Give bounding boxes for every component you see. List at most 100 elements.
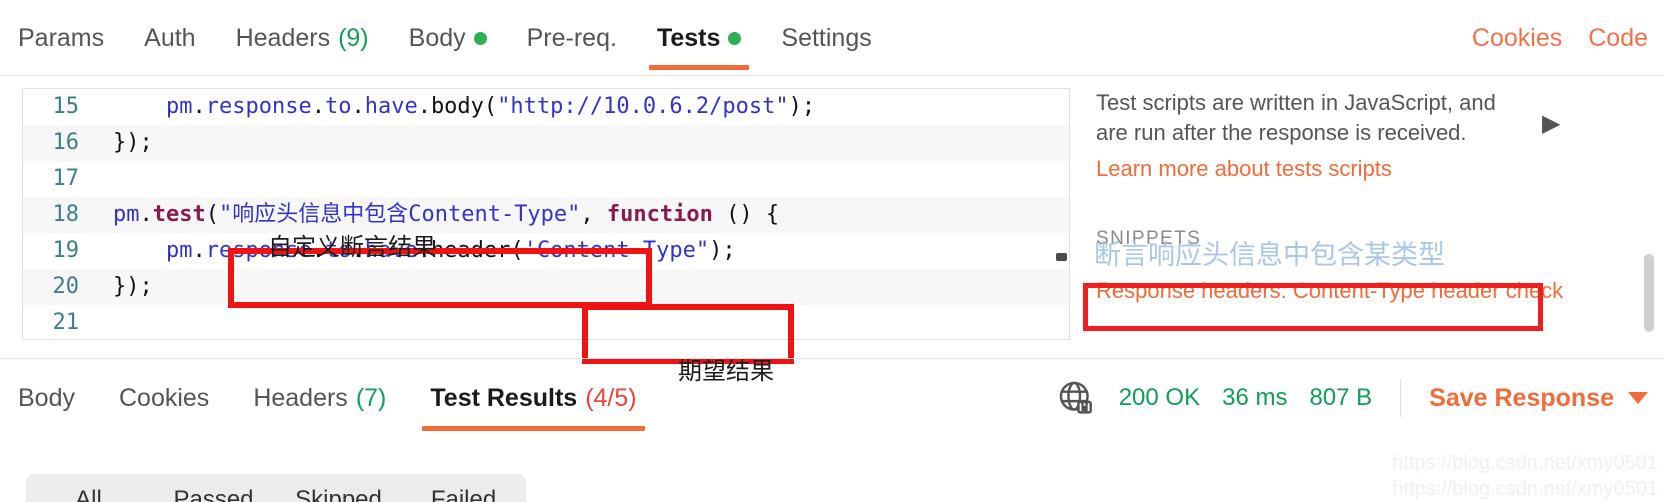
watermark-line-1: https://blog.csdn.net/xmy0501 [1392, 452, 1658, 474]
watermark: https://blog.csdn.net/xmy0501 https://bl… [1392, 450, 1658, 502]
response-status: 200 OK [1118, 384, 1201, 411]
code-line[interactable]: 18 pm.test("响应头信息中包含Content-Type", functi… [23, 197, 1069, 233]
test-result-row-peek [26, 428, 1626, 450]
line-number: 20 [23, 269, 95, 305]
response-tab-test-results[interactable]: Test Results (4/5) [408, 359, 658, 437]
code-token: }); [113, 274, 153, 299]
code-line[interactable]: 15 pm.response.to.have.body("http://10.0… [23, 89, 1069, 125]
response-tab-label: Cookies [118, 383, 210, 412]
postman-request-response-panel: Params Auth Headers (9) Body Pre-req. Tests Set… [0, 0, 1664, 502]
response-size: 807 B [1309, 384, 1373, 411]
request-tab-label: Headers [235, 23, 331, 52]
response-tab-headers[interactable]: Headers (7) [231, 359, 408, 437]
line-number: 15 [23, 89, 95, 125]
request-tab-label: Params [18, 23, 105, 52]
line-number: 18 [23, 197, 95, 233]
result-filter-failed[interactable]: Failed [401, 486, 526, 502]
tab-status-dot-icon [728, 31, 742, 45]
code-token: "http://10.0.6.2/post" [497, 94, 789, 119]
code-token: . [192, 94, 206, 119]
editor-vertical-scrollbar[interactable] [1056, 253, 1067, 261]
code-token: ( [205, 202, 219, 227]
response-time: 36 ms [1222, 384, 1288, 411]
request-tab-label: Settings [781, 23, 872, 52]
save-response-label: Save Response [1429, 383, 1614, 412]
line-number: 19 [23, 233, 95, 269]
code-token: ( [510, 238, 524, 263]
response-tab-cookies[interactable]: Cookies [97, 359, 231, 437]
code-token: 'Content-Type" [523, 238, 710, 263]
active-tab-underline [648, 65, 750, 70]
request-tab-auth[interactable]: Auth [124, 0, 215, 76]
request-tab-label: Body [408, 23, 466, 52]
response-tab-body[interactable]: Body [18, 359, 97, 437]
request-action-cookies[interactable]: Cookies [1472, 24, 1562, 53]
result-filter-all[interactable]: All [26, 486, 151, 502]
code-token: body [430, 94, 484, 119]
code-line-text: }); [95, 269, 153, 305]
request-actions: Cookies Code [1472, 0, 1648, 76]
line-number: 17 [23, 161, 95, 197]
request-tab-label: Tests [656, 23, 721, 52]
response-tab-count: (7) [355, 383, 387, 412]
tests-editor-zone: 15 pm.response.to.have.body("http://10.0… [0, 76, 1664, 385]
code-editor[interactable]: 15 pm.response.to.have.body("http://10.0… [22, 88, 1070, 340]
response-tab-label: Headers [253, 383, 348, 412]
collapse-panel-icon[interactable]: ▶ [1542, 112, 1560, 136]
code-token: response [205, 94, 312, 119]
annotation-custom-assert: 自定义断言结果 [268, 234, 436, 261]
code-token: . [192, 238, 206, 263]
code-line-text: pm.test("响应头信息中包含Content-Type", function… [95, 197, 779, 233]
request-action-code[interactable]: Code [1588, 24, 1648, 53]
request-tab-count: (9) [338, 23, 369, 52]
code-line[interactable]: 19 pm.response.to.have.header('Content-T… [23, 233, 1069, 269]
code-token: pm [165, 94, 193, 119]
save-response-button[interactable]: Save Response [1429, 384, 1648, 413]
tests-description: Test scripts are written in JavaScript, … [1096, 90, 1496, 145]
code-line[interactable]: 20}); [23, 269, 1069, 305]
response-tab-label: Body [18, 383, 75, 412]
code-token: () { [712, 202, 780, 227]
code-token: to [324, 94, 352, 119]
response-tab-label: Test Results [430, 383, 578, 412]
code-token: }); [113, 130, 153, 155]
code-lines[interactable]: 15 pm.response.to.have.body("http://10.0… [23, 89, 1069, 339]
learn-more-link[interactable]: Learn more about tests scripts [1096, 156, 1392, 182]
code-token: . [417, 94, 431, 119]
code-line[interactable]: 17 [23, 161, 1069, 197]
request-tab-label: Pre-req. [526, 23, 617, 52]
code-line-text: pm.response.to.have.body("http://10.0.6.… [95, 89, 815, 125]
tab-status-dot-icon [473, 31, 487, 45]
request-tab-tests[interactable]: Tests [637, 0, 761, 76]
code-token: pm [113, 202, 140, 227]
code-token: . [139, 202, 153, 227]
code-line[interactable]: 21 [23, 305, 1069, 339]
result-filter-bar: All Passed Skipped Failed [26, 474, 526, 502]
snippet-content-type-check[interactable]: Response headers: Content-Type header ch… [1096, 278, 1563, 304]
line-number: 21 [23, 305, 95, 339]
request-tab-settings[interactable]: Settings [761, 0, 891, 76]
snippet-annotation-label: 断言响应头信息中包含某类型 [1094, 240, 1445, 270]
snippets-vertical-scrollbar[interactable] [1644, 254, 1654, 332]
result-filter-skipped[interactable]: Skipped [276, 486, 401, 502]
code-token: have [364, 94, 418, 119]
result-filter-passed[interactable]: Passed [151, 486, 276, 502]
globe-lock-icon [1055, 377, 1097, 419]
response-meta: 200 OK 36 ms 807 B Save Response [1055, 359, 1648, 437]
request-tab-headers[interactable]: Headers (9) [216, 0, 389, 76]
tests-doc-panel: Test scripts are written in JavaScript, … [1090, 88, 1654, 340]
request-tab-params[interactable]: Params [18, 0, 124, 76]
request-tab-body[interactable]: Body [389, 0, 507, 76]
meta-divider [1400, 379, 1402, 417]
request-tabs: Params Auth Headers (9) Body Pre-req. Tests Set… [18, 0, 892, 76]
code-token: . [351, 94, 365, 119]
code-token: header [430, 238, 511, 263]
watermark-line-2: https://blog.csdn.net/xmy0501 [1392, 478, 1658, 500]
response-tab-bar: Body Cookies Headers (7) Test Results (4/5) 2… [0, 358, 1664, 436]
request-tab-pre-req[interactable]: Pre-req. [507, 0, 637, 76]
code-line[interactable]: 16}); [23, 125, 1069, 161]
chevron-down-icon[interactable] [1628, 392, 1648, 404]
line-number: 16 [23, 125, 95, 161]
code-line-text: }); [95, 125, 153, 161]
